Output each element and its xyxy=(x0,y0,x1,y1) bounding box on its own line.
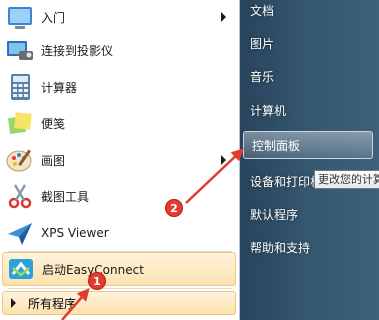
devices-printers-link[interactable]: 设备和打印机 xyxy=(250,173,322,190)
documents-link[interactable]: 文档 xyxy=(250,2,274,19)
separator xyxy=(8,288,232,289)
program-label: 便笺 xyxy=(41,116,66,131)
program-paint[interactable]: 画图 xyxy=(2,143,236,177)
all-programs-button[interactable]: 所有程序 xyxy=(2,291,236,315)
help-support-link[interactable]: 帮助和支持 xyxy=(250,239,310,256)
control-panel-tooltip: 更改您的计算机设置 xyxy=(314,170,379,189)
program-label: 入门 xyxy=(41,10,66,25)
program-label: XPS Viewer xyxy=(41,226,109,240)
program-calculator[interactable]: 计算器 xyxy=(2,70,236,104)
projector-icon xyxy=(5,35,35,65)
program-snipping-tool[interactable]: 截图工具 xyxy=(2,179,236,213)
program-label: 截图工具 xyxy=(41,189,90,204)
snipping-tool-icon xyxy=(5,181,35,211)
step1-badge: 1 xyxy=(88,272,106,290)
pictures-link[interactable]: 图片 xyxy=(250,35,274,52)
computer-link[interactable]: 计算机 xyxy=(250,102,286,119)
control-panel-label: 控制面板 xyxy=(252,138,301,153)
getting-started-icon xyxy=(5,2,35,32)
program-sticky-notes[interactable]: 便笺 xyxy=(2,106,236,140)
submenu-arrow-icon[interactable] xyxy=(221,12,226,22)
xps-viewer-icon xyxy=(5,218,35,248)
submenu-arrow-icon[interactable] xyxy=(221,155,226,165)
program-label: 计算器 xyxy=(41,80,78,95)
all-programs-label: 所有程序 xyxy=(28,296,77,311)
tooltip-text: 更改您的计算机设置 xyxy=(318,173,379,186)
music-link[interactable]: 音乐 xyxy=(250,68,274,85)
step2-badge: 2 xyxy=(165,199,183,217)
program-label: 连接到投影仪 xyxy=(41,43,114,58)
program-getting-started[interactable]: 入门 xyxy=(2,0,236,34)
calculator-icon xyxy=(5,72,35,102)
programs-pane: 入门 连接到投影仪 计算器 便笺 画图 截图工具 XPS Viewer 启动Ea… xyxy=(0,0,240,320)
places-pane: 文档 图片 音乐 计算机 设备和打印机 默认程序 帮助和支持 xyxy=(240,0,379,320)
program-xps-viewer[interactable]: XPS Viewer xyxy=(2,216,236,250)
easyconnect-icon xyxy=(6,254,36,284)
control-panel-link[interactable]: 控制面板 xyxy=(243,131,373,159)
sticky-notes-icon xyxy=(5,108,35,138)
paint-icon xyxy=(5,145,35,175)
program-connect-projector[interactable]: 连接到投影仪 xyxy=(2,33,236,67)
default-programs-link[interactable]: 默认程序 xyxy=(250,206,298,223)
expand-arrow-icon xyxy=(11,298,16,308)
program-label: 画图 xyxy=(41,153,66,168)
program-easyconnect[interactable]: 启动EasyConnect xyxy=(2,252,236,286)
